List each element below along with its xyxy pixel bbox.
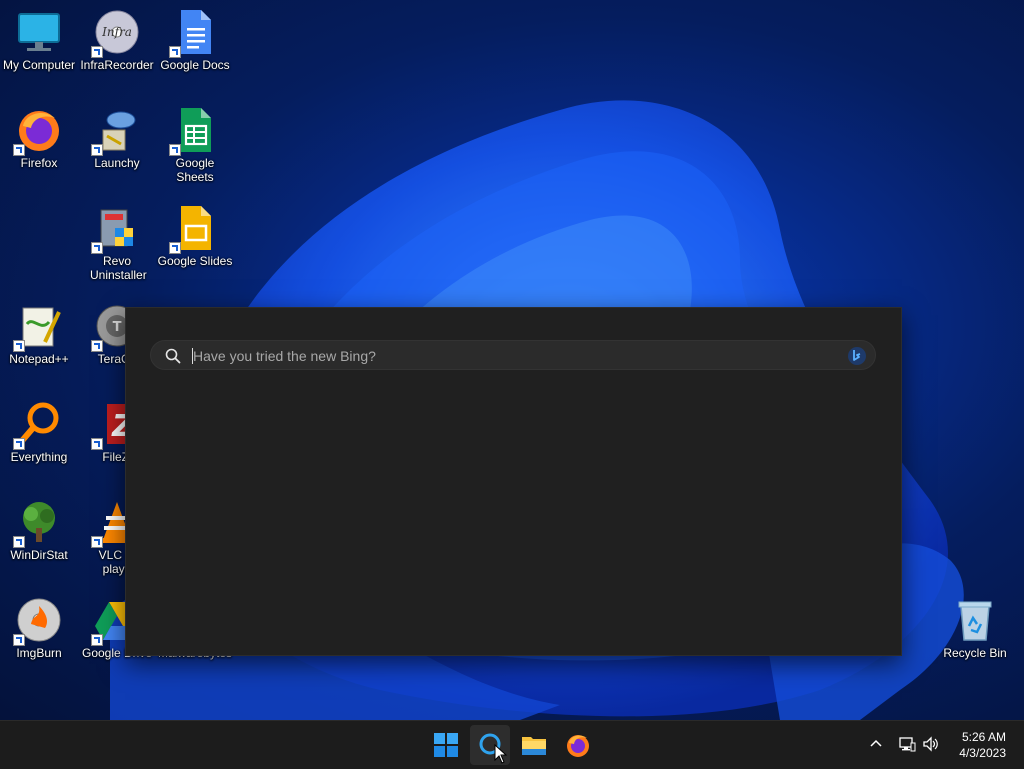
search-flyout <box>125 307 902 656</box>
chevron-up-icon[interactable] <box>867 735 885 753</box>
desktop-icon-google-slides[interactable]: Google Slides <box>156 204 234 268</box>
taskbar-firefox-button[interactable] <box>558 725 598 765</box>
shortcut-arrow-icon <box>169 46 181 58</box>
monitor-icon <box>15 8 63 56</box>
taskbar-start-button[interactable] <box>426 725 466 765</box>
text-caret <box>192 348 193 364</box>
desktop-icon-launchy[interactable]: Launchy <box>78 106 156 170</box>
desktop-icon-firefox[interactable]: Firefox <box>0 106 78 170</box>
shortcut-arrow-icon <box>91 46 103 58</box>
desktop-icon-infrarecorder[interactable]: Infra InfraRecorder <box>78 8 156 72</box>
desktop-icon-label: WinDirStat <box>10 548 68 562</box>
firefox-icon <box>567 735 589 757</box>
shortcut-arrow-icon <box>91 634 103 646</box>
desktop-icon-label: Launchy <box>94 156 140 170</box>
search-input[interactable] <box>191 344 815 368</box>
network-icon[interactable] <box>898 735 916 753</box>
file-explorer-icon <box>522 737 546 755</box>
desktop-icon-everything[interactable]: Everything <box>0 400 78 464</box>
desktop-icon-imgburn[interactable]: ImgBurn <box>0 596 78 660</box>
shortcut-arrow-icon <box>13 634 25 646</box>
shortcut-arrow-icon <box>13 536 25 548</box>
desktop-icon-label: Google Docs <box>160 58 230 72</box>
shortcut-arrow-icon <box>91 340 103 352</box>
search-box[interactable] <box>150 340 876 370</box>
taskbar-clock[interactable]: 5:26 AM 4/3/2023 <box>959 729 1006 761</box>
desktop-icon-label: My Computer <box>2 58 76 72</box>
desktop-icon-revo-uninstaller[interactable]: Revo Uninstaller <box>78 204 156 282</box>
desktop-icon-label: Google Slides <box>157 254 233 268</box>
desktop-icon-label: Everything <box>10 450 68 464</box>
firefox-icon <box>13 106 63 156</box>
svg-text:T: T <box>113 320 122 335</box>
desktop-icon-google-sheets[interactable]: Google Sheets <box>156 106 234 184</box>
everything-search-icon <box>13 400 63 450</box>
taskbar-file-explorer-button[interactable] <box>514 725 554 765</box>
shortcut-arrow-icon <box>169 144 181 156</box>
svg-text:Infra: Infra <box>101 25 132 39</box>
desktop-icon-label: Revo Uninstaller <box>90 254 147 282</box>
shortcut-arrow-icon <box>91 144 103 156</box>
shortcut-arrow-icon <box>91 438 103 450</box>
desktop-icon-label: Firefox <box>20 156 58 170</box>
desktop-icon-notepadpp[interactable]: Notepad++ <box>0 302 78 366</box>
desktop-icon-label: Notepad++ <box>9 352 69 366</box>
search-icon <box>165 348 181 364</box>
desktop-icon-windirstat[interactable]: WinDirStat <box>0 498 78 562</box>
notepadpp-icon <box>13 302 63 352</box>
google-sheets-icon <box>169 106 219 156</box>
shortcut-arrow-icon <box>13 438 25 450</box>
recycle-bin-icon <box>951 596 999 644</box>
windows-start-icon <box>434 733 458 757</box>
desktop-icon-label: Google Sheets <box>175 156 215 184</box>
desktop-icon-label: InfraRecorder <box>80 58 154 72</box>
desktop-icon-recycle-bin[interactable]: Recycle Bin <box>936 596 1014 660</box>
revo-uninstaller-icon <box>91 204 141 254</box>
launchy-icon <box>91 106 141 156</box>
infrarecorder-icon: Infra <box>91 8 141 58</box>
clock-time: 5:26 AM <box>961 730 1006 744</box>
volume-icon[interactable] <box>922 735 940 753</box>
windirstat-icon <box>13 498 63 548</box>
google-slides-icon <box>169 204 219 254</box>
shortcut-arrow-icon <box>91 536 103 548</box>
imgburn-icon <box>13 596 63 646</box>
desktop-icon-label: Recycle Bin <box>943 646 1007 660</box>
shortcut-arrow-icon <box>91 242 103 254</box>
shortcut-arrow-icon <box>13 340 25 352</box>
desktop-icon-label: ImgBurn <box>16 646 62 660</box>
taskbar: 5:26 AM 4/3/2023 <box>0 720 1024 769</box>
shortcut-arrow-icon <box>169 242 181 254</box>
bing-chat-icon[interactable] <box>847 346 867 366</box>
shortcut-arrow-icon <box>13 144 25 156</box>
clock-date: 4/3/2023 <box>959 746 1006 760</box>
mouse-cursor-icon <box>494 744 508 764</box>
desktop-icon-google-docs[interactable]: Google Docs <box>156 8 234 72</box>
desktop-icon-my-computer[interactable]: My Computer <box>0 8 78 72</box>
google-docs-icon <box>169 8 219 58</box>
